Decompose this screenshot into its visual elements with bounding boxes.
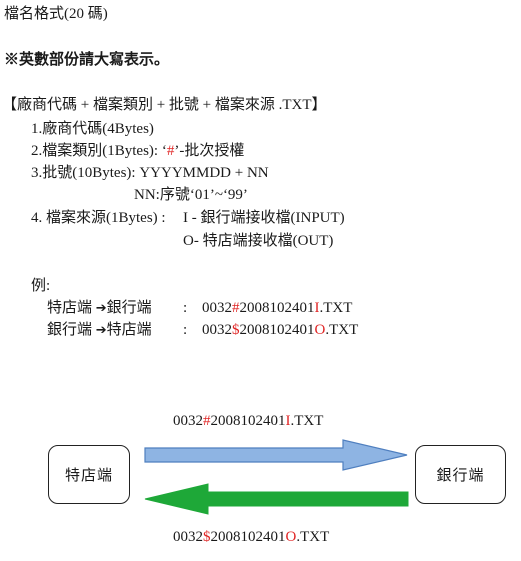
bottom-file-source: O <box>285 529 297 545</box>
bank-to-merchant-arrow <box>144 483 409 515</box>
diagram-bottom-filename: 0032$2008102401O.TXT <box>173 527 329 547</box>
bottom-file-ext: .TXT <box>296 529 330 545</box>
bottom-file-prefix: 0032 <box>173 529 203 545</box>
bottom-file-mark: $ <box>203 529 211 545</box>
merchant-box-label: 特店端 <box>64 468 113 484</box>
bank-box: 銀行端 <box>415 445 506 504</box>
merchant-box: 特店端 <box>48 445 130 504</box>
merchant-to-bank-arrow <box>144 439 408 471</box>
bottom-file-batch: 2008102401 <box>210 529 286 545</box>
bank-box-label: 銀行端 <box>436 468 485 484</box>
